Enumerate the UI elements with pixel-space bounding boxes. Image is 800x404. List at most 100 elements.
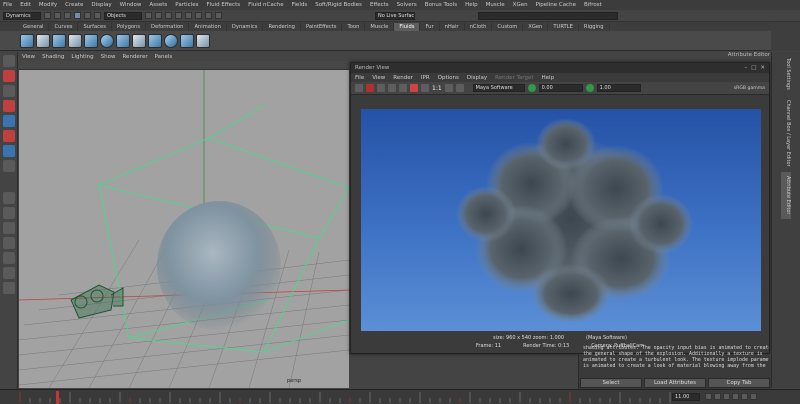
select-tool-icon[interactable] xyxy=(2,55,15,67)
side-tab-attribute-editor[interactable]: Attribute Editor xyxy=(781,172,791,219)
snapshot-icon[interactable] xyxy=(399,84,407,92)
load-attributes-button[interactable]: Load Attributes xyxy=(644,378,706,388)
alpha-channel-icon[interactable] xyxy=(421,84,429,92)
menu-particles[interactable]: Particles xyxy=(175,2,198,8)
render-region-icon[interactable] xyxy=(388,84,396,92)
cloud-icon[interactable] xyxy=(180,33,194,48)
step-forward-icon[interactable] xyxy=(741,393,748,400)
refresh-icon[interactable] xyxy=(377,84,385,92)
render-frame-icon[interactable] xyxy=(195,12,202,19)
select-component-icon[interactable] xyxy=(94,12,101,19)
selection-mask-field[interactable]: Objects xyxy=(104,11,142,20)
maximize-icon[interactable]: □ xyxy=(751,65,756,71)
viewport-menu-lighting[interactable]: Lighting xyxy=(71,54,93,60)
shelf-tab-xgen[interactable]: XGen xyxy=(523,23,549,31)
menu-modify[interactable]: Modify xyxy=(39,2,57,8)
fluid-preset-icon[interactable] xyxy=(164,33,178,48)
shelf-tab-rigging[interactable]: Rigging xyxy=(579,23,610,31)
select-button[interactable]: Select xyxy=(580,378,642,388)
step-back-icon[interactable] xyxy=(714,393,721,400)
render-menu-render-target[interactable]: Render Target xyxy=(495,75,533,81)
shelf-tab-rendering[interactable]: Rendering xyxy=(263,23,301,31)
snap-grid-icon[interactable] xyxy=(145,12,152,19)
fluid-2d-container-icon[interactable] xyxy=(36,33,50,48)
menu-xgen[interactable]: XGen xyxy=(513,2,528,8)
history-icon[interactable] xyxy=(185,12,192,19)
shelf-tab-surfaces[interactable]: Surfaces xyxy=(78,23,112,31)
shelf-tab-custom[interactable]: Custom xyxy=(492,23,524,31)
snap-curve-icon[interactable] xyxy=(155,12,162,19)
rotate-tool-icon[interactable] xyxy=(2,115,15,127)
menu-effects[interactable]: Effects xyxy=(370,2,389,8)
layout-side-icon[interactable] xyxy=(2,222,15,234)
side-tab-channel-box-layer-editor[interactable]: Channel Box / Layer Editor xyxy=(781,96,791,171)
layout-graph-icon[interactable] xyxy=(2,252,15,264)
ipr-icon[interactable] xyxy=(366,84,374,92)
emit-from-object-icon[interactable] xyxy=(100,33,114,48)
play-back-icon[interactable] xyxy=(723,393,730,400)
shelf-tab-fur[interactable]: Fur xyxy=(420,23,440,31)
shelf-tab-muscle[interactable]: Muscle xyxy=(365,23,395,31)
play-forward-icon[interactable] xyxy=(732,393,739,400)
fluid-3d-emitter-icon[interactable] xyxy=(52,33,66,48)
fluid-2d-emitter-icon[interactable] xyxy=(68,33,82,48)
menu-edit[interactable]: Edit xyxy=(20,2,31,8)
add-emitter-icon[interactable] xyxy=(84,33,98,48)
save-scene-icon[interactable] xyxy=(64,12,71,19)
menu-muscle[interactable]: Muscle xyxy=(486,2,505,8)
menu-fields[interactable]: Fields xyxy=(292,2,308,8)
perspective-viewport[interactable]: persp xyxy=(19,70,349,388)
color-space-label[interactable]: sRGB gamma xyxy=(734,86,765,91)
time-slider[interactable]: 11.00 xyxy=(0,389,800,404)
select-object-icon[interactable] xyxy=(84,12,91,19)
render-menu-options[interactable]: Options xyxy=(438,75,459,81)
last-tool-icon[interactable] xyxy=(2,160,15,172)
lasso-tool-icon[interactable] xyxy=(2,70,15,82)
remove-image-icon[interactable] xyxy=(455,84,464,92)
shelf-tab-curves[interactable]: Curves xyxy=(49,23,79,31)
menu-soft-rigid-bodies[interactable]: Soft/Rigid Bodies xyxy=(315,2,362,8)
command-line-field[interactable] xyxy=(478,11,618,20)
viewport-menu-shading[interactable]: Shading xyxy=(42,54,64,60)
menu-solvers[interactable]: Solvers xyxy=(397,2,417,8)
select-hierarchy-icon[interactable] xyxy=(74,12,81,19)
fluid-collide-icon[interactable] xyxy=(116,33,130,48)
layout-single-icon[interactable] xyxy=(2,192,15,204)
copy-tab-button[interactable]: Copy Tab xyxy=(708,378,770,388)
shelf-tab-toon[interactable]: Toon xyxy=(342,23,366,31)
render-menu-ipr[interactable]: IPR xyxy=(421,75,430,81)
gamma-field[interactable]: 1.00 xyxy=(596,84,641,92)
shelf-tab-nhair[interactable]: nHair xyxy=(440,23,465,31)
minimize-icon[interactable]: – xyxy=(744,65,747,71)
layout-four-icon[interactable] xyxy=(2,207,15,219)
menu-fluid-ncache[interactable]: Fluid nCache xyxy=(248,2,284,8)
go-to-end-icon[interactable] xyxy=(750,393,757,400)
render-menu-view[interactable]: View xyxy=(372,75,385,81)
shelf-tab-ncloth[interactable]: nCloth xyxy=(465,23,493,31)
keep-image-icon[interactable] xyxy=(444,84,453,92)
render-menu-render[interactable]: Render xyxy=(393,75,413,81)
render-menu-file[interactable]: File xyxy=(355,75,364,81)
ipr-render-icon[interactable] xyxy=(205,12,212,19)
redo-render-icon[interactable] xyxy=(355,84,363,92)
viewport-menu-renderer[interactable]: Renderer xyxy=(122,54,147,60)
ratio-label[interactable]: 1:1 xyxy=(432,85,442,92)
side-tab-tool-settings[interactable]: Tool Settings xyxy=(781,54,791,94)
exposure-field[interactable]: 0.00 xyxy=(538,84,583,92)
viewport-menu-view[interactable]: View xyxy=(22,54,35,60)
ocean-icon[interactable] xyxy=(132,33,146,48)
layout-custom-icon[interactable] xyxy=(2,282,15,294)
menu-bonus-tools[interactable]: Bonus Tools xyxy=(425,2,457,8)
renderer-dropdown[interactable]: Maya Software xyxy=(472,84,525,92)
new-scene-icon[interactable] xyxy=(44,12,51,19)
go-to-start-icon[interactable] xyxy=(705,393,712,400)
live-surface-field[interactable]: No Live Surface xyxy=(375,11,415,20)
pond-icon[interactable] xyxy=(148,33,162,48)
layout-hypershade-icon[interactable] xyxy=(2,267,15,279)
menu-file[interactable]: File xyxy=(3,2,12,8)
fluid-3d-container-icon[interactable] xyxy=(20,33,34,48)
shelf-tab-polygons[interactable]: Polygons xyxy=(112,23,147,31)
open-scene-icon[interactable] xyxy=(54,12,61,19)
scale-tool-icon[interactable] xyxy=(2,130,15,142)
menu-create[interactable]: Create xyxy=(65,2,83,8)
